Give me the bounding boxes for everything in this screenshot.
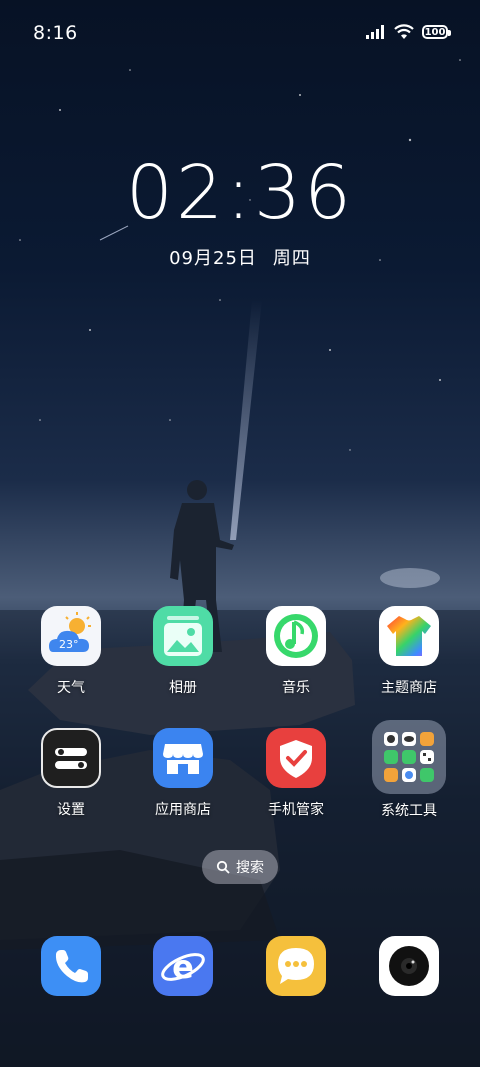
settings-icon: [41, 728, 101, 788]
status-time: 8:16: [33, 22, 78, 44]
app-label: 天气: [57, 680, 85, 696]
wifi-icon: [394, 24, 414, 39]
app-music[interactable]: 音乐: [241, 606, 351, 697]
app-store-icon: [153, 728, 213, 788]
dock-camera[interactable]: [354, 936, 464, 996]
dock-phone[interactable]: [16, 936, 126, 996]
clock-widget-time[interactable]: 02:36: [0, 150, 480, 236]
clock-widget-date[interactable]: 09月25日 周四: [0, 244, 480, 270]
app-label: 主题商店: [381, 680, 437, 696]
app-settings[interactable]: 设置: [16, 728, 126, 819]
theme-store-icon: [379, 606, 439, 666]
app-label: 设置: [57, 802, 85, 818]
app-label: 音乐: [282, 680, 310, 696]
weekday-text: 周四: [272, 248, 311, 269]
dock-messages[interactable]: [241, 936, 351, 996]
search-icon: [216, 860, 230, 874]
folder-system-tools[interactable]: 系统工具: [354, 720, 464, 820]
app-label: 应用商店: [155, 802, 211, 818]
dock-browser[interactable]: e: [128, 936, 238, 996]
battery-icon: 100: [422, 25, 451, 39]
status-bar: 8:16 100: [0, 0, 480, 68]
app-weather[interactable]: 23° 天气: [16, 606, 126, 697]
system-tools-folder-icon: [372, 720, 446, 794]
app-app-store[interactable]: 应用商店: [128, 728, 238, 819]
app-label: 系统工具: [381, 803, 437, 819]
gallery-icon: [153, 606, 213, 666]
phone-manager-icon: [266, 728, 326, 788]
search-button[interactable]: 搜索: [202, 850, 278, 884]
weather-temp: 23°: [59, 638, 79, 651]
app-label: 相册: [169, 680, 197, 696]
camera-icon: [379, 936, 439, 996]
browser-icon: e: [153, 936, 213, 996]
app-label: 手机管家: [268, 802, 324, 818]
app-gallery[interactable]: 相册: [128, 606, 238, 697]
status-icons: 100: [366, 24, 451, 40]
battery-level: 100: [424, 26, 446, 38]
app-phone-manager[interactable]: 手机管家: [241, 728, 351, 819]
weather-icon: 23°: [41, 606, 101, 666]
date-text: 09月25日: [169, 248, 257, 269]
search-label: 搜索: [236, 860, 264, 876]
signal-icon: [366, 25, 384, 39]
app-theme-store[interactable]: 主题商店: [354, 606, 464, 697]
phone-icon: [41, 936, 101, 996]
music-icon: [266, 606, 326, 666]
messages-icon: [266, 936, 326, 996]
